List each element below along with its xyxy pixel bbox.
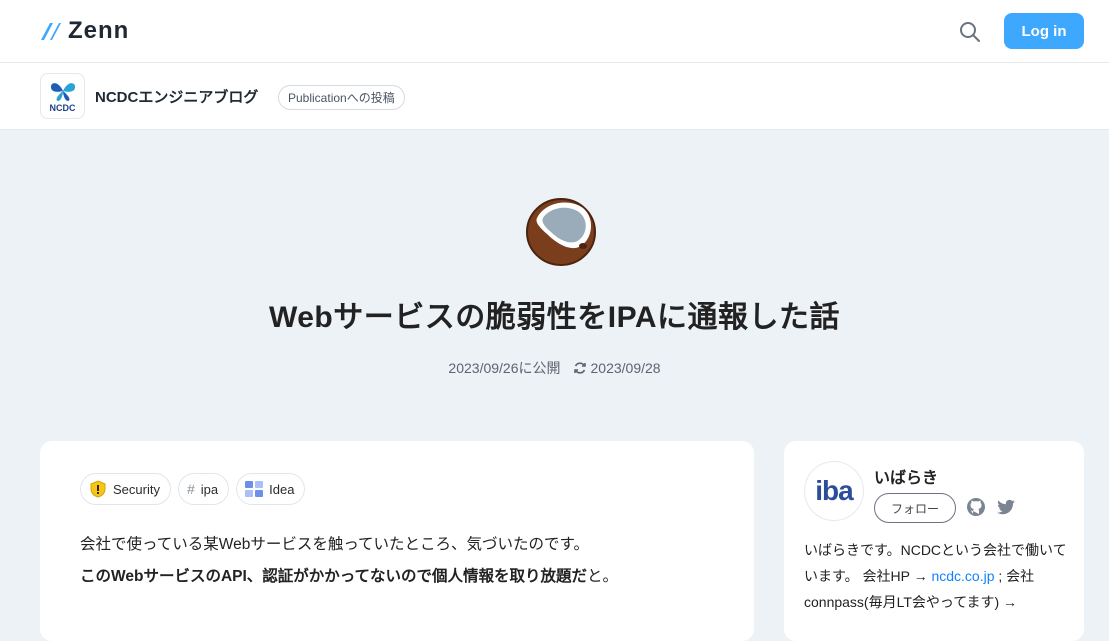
follow-button[interactable]: フォロー	[874, 493, 956, 523]
refresh-icon	[573, 362, 586, 374]
avatar-text: iba	[815, 475, 853, 506]
butterfly-icon	[50, 82, 75, 101]
author-avatar[interactable]: iba	[804, 461, 864, 521]
logo-text: Zenn	[68, 17, 130, 44]
bold-text: このWebサービスのAPI、認証がかかってないので個人情報を取り放題だ	[80, 568, 588, 585]
search-icon[interactable]	[957, 19, 983, 45]
article-body: 会社で使っている某Webサービスを触っていたところ、気づいたのです。 このWeb…	[80, 529, 618, 593]
coconut-emoji-icon	[526, 198, 596, 266]
author-name[interactable]: いばらき	[874, 464, 938, 488]
login-button[interactable]: Log in	[1004, 13, 1084, 49]
publication-badge: Publicationへの投稿	[278, 85, 405, 110]
site-header: Zenn Log in	[0, 0, 1109, 63]
company-link[interactable]: ncdc.co.jp	[931, 568, 994, 584]
github-icon[interactable]	[966, 497, 986, 517]
article-dates: 2023/09/26に公開 2023/09/28	[0, 358, 1109, 378]
published-date: 2023/09/26に公開	[448, 360, 561, 376]
article-card: Security # ipa Idea 会社で使っている某Webサービスを触って…	[40, 441, 754, 641]
tag-list: Security # ipa Idea	[80, 473, 306, 505]
social-links	[966, 497, 1016, 517]
tag-idea[interactable]: Idea	[236, 473, 306, 505]
publication-name[interactable]: NCDCエンジニアブログ	[95, 86, 258, 107]
author-bio: いばらきです。NCDCという会社で働いています。 会社HP → ncdc.co.…	[804, 537, 1069, 615]
publication-logo[interactable]: NCDC	[40, 73, 85, 119]
tag-label: ipa	[200, 481, 219, 497]
zenn-logo[interactable]: Zenn	[40, 17, 129, 45]
tag-label: Idea	[269, 481, 295, 497]
shield-icon	[89, 480, 107, 498]
paragraph: このWebサービスのAPI、認証がかかってないので個人情報を取り放題だと。	[80, 561, 618, 593]
paragraph: 会社で使っている某Webサービスを触っていたところ、気づいたのです。	[80, 536, 589, 553]
twitter-icon[interactable]	[996, 497, 1016, 517]
idea-icon	[245, 480, 264, 498]
publication-logo-text: NCDC	[49, 102, 76, 113]
hash-icon: #	[186, 481, 195, 497]
article-title: Webサービスの脆弱性をIPAに通報した話	[268, 301, 841, 334]
zenn-logo-icon	[41, 23, 61, 40]
tag-label: Security	[113, 481, 160, 497]
paragraph-tail: と。	[587, 568, 619, 585]
tag-security[interactable]: Security	[80, 473, 171, 505]
updated-date: 2023/09/28	[590, 360, 661, 376]
tag-ipa[interactable]: # ipa	[177, 473, 230, 505]
updated-date-group: 2023/09/28	[573, 358, 661, 378]
author-card: iba いばらき フォロー いばらきです。NCDCという会社で働いています。 会…	[784, 441, 1084, 641]
publication-bar: NCDC NCDCエンジニアブログ Publicationへの投稿	[0, 63, 1109, 130]
